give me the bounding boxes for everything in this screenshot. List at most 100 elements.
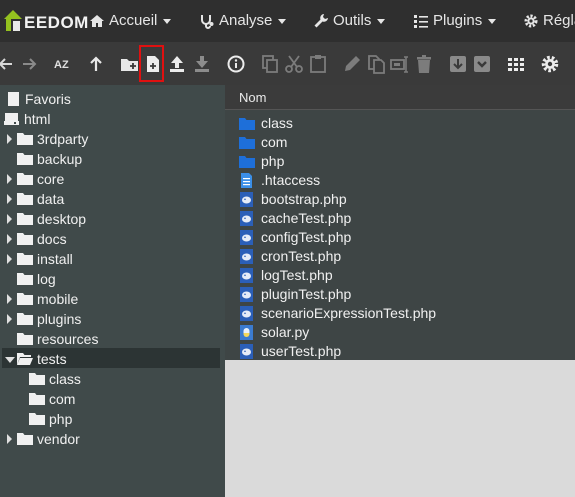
download-button[interactable] xyxy=(191,53,213,75)
extract-button[interactable] xyxy=(471,53,493,75)
svg-text:AZ: AZ xyxy=(54,59,69,71)
file-row[interactable]: logTest.php xyxy=(239,266,559,285)
duplicate-button[interactable] xyxy=(365,53,387,75)
file-toolbar: AZ xyxy=(0,42,575,85)
folder-tree: Favoris html 3rdparty backup core data deskt… xyxy=(0,85,225,497)
caret-right-icon[interactable] xyxy=(7,434,12,444)
caret-right-icon[interactable] xyxy=(7,234,12,244)
folder-icon xyxy=(17,173,33,185)
copy-button[interactable] xyxy=(259,53,281,75)
php-file-icon xyxy=(240,230,253,245)
chevron-down-icon xyxy=(278,18,287,24)
trash-icon xyxy=(417,55,431,73)
file-row[interactable]: cacheTest.php xyxy=(239,209,559,228)
file-name: class xyxy=(261,115,293,131)
tree-favorites-label: Favoris xyxy=(25,91,71,107)
file-row[interactable]: pluginTest.php xyxy=(239,285,559,304)
file-row[interactable]: bootstrap.php xyxy=(239,190,559,209)
tree-folder-plugins[interactable]: plugins xyxy=(0,309,220,329)
nav-outils[interactable]: Outils xyxy=(313,0,386,42)
archive-button[interactable] xyxy=(447,53,469,75)
forward-button[interactable] xyxy=(18,53,40,75)
upload-button[interactable] xyxy=(166,53,188,75)
file-row[interactable]: solar.py xyxy=(239,323,559,342)
copy-icon xyxy=(262,55,278,73)
nav-reglages[interactable]: Régla xyxy=(523,0,575,42)
folder-icon xyxy=(29,413,45,425)
php-file-icon xyxy=(240,268,253,283)
caret-right-icon[interactable] xyxy=(7,214,12,224)
tree-folder-desktop[interactable]: desktop xyxy=(0,209,220,229)
extract-icon xyxy=(474,56,490,72)
nav-accueil[interactable]: Accueil xyxy=(89,0,172,42)
paste-button[interactable] xyxy=(307,53,329,75)
tree-folder-3rdparty[interactable]: 3rdparty xyxy=(0,129,220,149)
php-file-icon xyxy=(240,192,253,207)
column-header-label: Nom xyxy=(239,90,267,105)
drive-icon xyxy=(4,113,19,125)
tree-subfolder-label: class xyxy=(49,371,81,387)
column-header-name[interactable]: Nom xyxy=(225,85,575,110)
file-row[interactable]: scenarioExpressionTest.php xyxy=(239,304,559,323)
tree-subfolder-com[interactable]: com xyxy=(0,389,220,409)
tree-folder-mobile[interactable]: mobile xyxy=(0,289,220,309)
tree-folder-data[interactable]: data xyxy=(0,189,220,209)
tree-favorites[interactable]: Favoris xyxy=(6,89,216,109)
file-name: com xyxy=(261,134,288,150)
file-row[interactable]: class xyxy=(239,114,559,133)
tree-folder-docs[interactable]: docs xyxy=(0,229,220,249)
nav-outils-label: Outils xyxy=(333,12,372,29)
tree-folder-tests[interactable]: tests xyxy=(0,349,220,369)
parent-folder-button[interactable] xyxy=(85,53,107,75)
file-row[interactable]: configTest.php xyxy=(239,228,559,247)
jeedom-logo[interactable]: EEDOM xyxy=(0,4,88,38)
tree-subfolder-class[interactable]: class xyxy=(0,369,220,389)
cut-button[interactable] xyxy=(283,53,305,75)
view-mode-button[interactable] xyxy=(505,53,527,75)
folder-icon xyxy=(17,313,33,325)
tree-folder-vendor[interactable]: vendor xyxy=(0,429,220,449)
cog-icon xyxy=(524,14,538,28)
file-row[interactable]: php xyxy=(239,152,559,171)
tree-folder-install[interactable]: install xyxy=(0,249,220,269)
back-button[interactable] xyxy=(0,53,18,75)
caret-right-icon[interactable] xyxy=(7,134,12,144)
settings-icon xyxy=(541,55,559,73)
tree-folder-resources[interactable]: resources xyxy=(0,329,220,349)
caret-right-icon[interactable] xyxy=(7,174,12,184)
tree-subfolder-php[interactable]: php xyxy=(0,409,220,429)
file-list: class com php .htaccess bootstrap.php cacheTe… xyxy=(225,110,575,360)
tree-root-html[interactable]: html xyxy=(4,109,216,129)
caret-right-icon[interactable] xyxy=(7,314,12,324)
sort-button[interactable]: AZ xyxy=(52,53,74,75)
file-row[interactable]: com xyxy=(239,133,559,152)
logo-house-icon xyxy=(4,10,22,31)
tree-folder-label: desktop xyxy=(37,211,87,227)
file-row[interactable]: .htaccess xyxy=(239,171,559,190)
delete-button[interactable] xyxy=(413,53,435,75)
new-folder-button[interactable] xyxy=(119,53,141,75)
tree-folder-core[interactable]: core xyxy=(0,169,220,189)
nav-plugins[interactable]: Plugins xyxy=(413,0,497,42)
forward-arrow-icon xyxy=(23,58,37,70)
caret-right-icon[interactable] xyxy=(7,194,12,204)
stethoscope-icon xyxy=(201,15,214,29)
tree-root-label: html xyxy=(24,111,51,127)
caret-right-icon[interactable] xyxy=(7,254,12,264)
folder-icon xyxy=(17,293,33,305)
tree-folder-label: vendor xyxy=(37,431,80,447)
nav-plugins-label: Plugins xyxy=(433,12,483,29)
rename-button[interactable] xyxy=(389,53,411,75)
nav-analyse[interactable]: Analyse xyxy=(199,0,287,42)
tree-folder-backup[interactable]: backup xyxy=(0,149,220,169)
tree-folder-log[interactable]: log xyxy=(0,269,220,289)
edit-button[interactable] xyxy=(341,53,363,75)
caret-down-icon[interactable] xyxy=(5,357,15,363)
info-button[interactable] xyxy=(225,53,247,75)
caret-right-icon[interactable] xyxy=(7,294,12,304)
file-row[interactable]: cronTest.php xyxy=(239,247,559,266)
settings-button[interactable] xyxy=(539,53,561,75)
file-row[interactable]: userTest.php xyxy=(239,342,559,361)
tree-subfolder-label: com xyxy=(49,391,76,407)
new-file-highlight-box xyxy=(139,45,164,82)
